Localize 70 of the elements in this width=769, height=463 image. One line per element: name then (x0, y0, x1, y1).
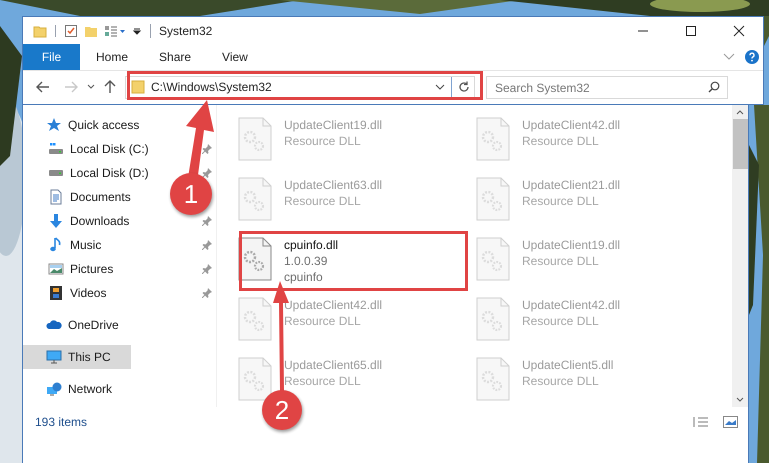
file-detail: Resource DLL (522, 313, 600, 329)
nav-item[interactable]: Quick access (23, 113, 140, 137)
nav-item[interactable]: Videos (48, 281, 110, 305)
help-icon[interactable] (745, 50, 759, 64)
network-icon (46, 381, 62, 397)
document-icon (48, 189, 64, 205)
file-detail: Resource DLL (522, 133, 600, 149)
file-detail: Resource DLL (284, 193, 362, 209)
star-icon (46, 117, 62, 133)
pin-icon[interactable] (202, 144, 212, 154)
drive-icon (48, 169, 64, 177)
item-count: 193 items (35, 414, 88, 431)
pin-icon[interactable] (202, 288, 212, 298)
nav-item[interactable]: Pictures (48, 257, 118, 281)
file-detail: Resource DLL (522, 193, 600, 209)
scroll-up-icon[interactable] (736, 109, 744, 115)
file-detail: Resource DLL (522, 253, 600, 269)
nav-item[interactable]: Network (23, 377, 131, 401)
refresh-icon[interactable] (458, 81, 470, 94)
scrollbar[interactable] (732, 105, 748, 407)
file-detail: Resource DLL (522, 373, 600, 389)
close-icon[interactable] (733, 24, 745, 37)
nav-item[interactable]: Downloads (48, 209, 134, 233)
file-gear-icon[interactable] (238, 237, 272, 281)
back-arrow-icon[interactable] (36, 81, 50, 94)
file-detail: Resource DLL (284, 313, 362, 329)
expand-ribbon-icon[interactable] (723, 53, 735, 62)
nav-item[interactable]: Local Disk (C:) (48, 137, 153, 161)
view-options-icon[interactable] (104, 24, 126, 38)
down-arrow-icon (48, 213, 64, 229)
nav-item[interactable]: This PC (23, 345, 131, 369)
monitor-icon (46, 349, 62, 365)
file-detail: cpuinfo (284, 269, 324, 285)
nav-item[interactable]: Documents (48, 185, 135, 209)
large-icons-view-icon[interactable] (723, 416, 738, 428)
ribbon-tab[interactable]: Share (144, 44, 206, 70)
nav-item[interactable]: Music (48, 233, 106, 257)
search-icon[interactable] (708, 80, 720, 93)
dropdown-icon[interactable] (435, 84, 445, 90)
drive-icon (48, 141, 64, 157)
ribbon-tab[interactable]: Home (81, 44, 144, 70)
details-view-icon[interactable] (693, 416, 709, 428)
file-menu-tab[interactable]: File (23, 44, 80, 70)
nav-item[interactable]: OneDrive (23, 313, 131, 337)
file-detail: Resource DLL (284, 133, 362, 149)
pin-icon[interactable] (202, 264, 212, 274)
file-detail: Resource DLL (284, 373, 362, 389)
file-name[interactable]: cpuinfo.dll (284, 237, 338, 253)
pin-icon[interactable] (202, 216, 212, 226)
pin-icon[interactable] (202, 240, 212, 250)
folder-icon[interactable] (33, 24, 47, 38)
film-icon (48, 285, 64, 301)
folder-icon (131, 80, 145, 94)
window-title: System32 (159, 22, 212, 40)
scrollbar-thumb[interactable] (732, 119, 748, 169)
ribbon-tab[interactable]: View (207, 44, 263, 70)
up-arrow-icon[interactable] (104, 80, 116, 94)
picture-icon (48, 261, 64, 277)
maximize-icon[interactable] (685, 24, 697, 37)
customize-toolbar-icon[interactable] (132, 26, 142, 36)
pin-icon[interactable] (202, 168, 212, 178)
scroll-down-icon[interactable] (736, 397, 744, 403)
address-bar[interactable]: C:\Windows\System32 (125, 76, 475, 99)
file-gear-icon[interactable] (238, 357, 272, 401)
properties-icon[interactable] (64, 24, 78, 38)
file-detail: 1.0.0.39 (284, 253, 328, 269)
search-field[interactable]: Search System32 (486, 76, 728, 100)
address-text: C:\Windows\System32 (151, 79, 272, 96)
nav-item[interactable]: Local Disk (D:) (48, 161, 153, 185)
recent-locations-icon[interactable] (87, 84, 95, 90)
